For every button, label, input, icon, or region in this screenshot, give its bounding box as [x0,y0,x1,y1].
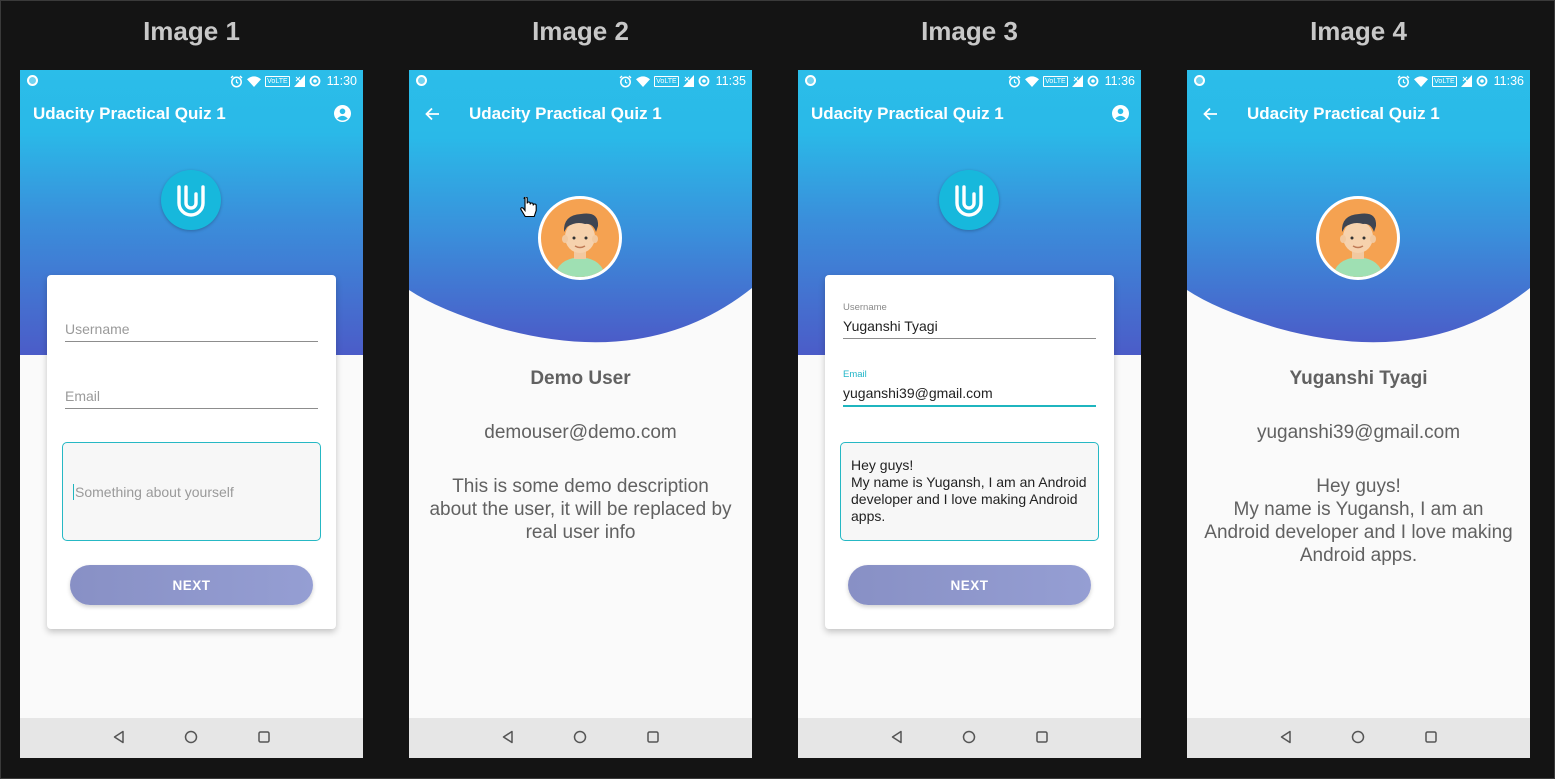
udacity-logo [161,170,221,230]
nav-back-icon[interactable] [1279,730,1293,744]
udacity-u-icon [177,185,205,217]
signal-icon [682,75,694,87]
alarm-icon [619,75,632,87]
wifi-icon [1414,75,1429,87]
nav-recents-icon[interactable] [1035,730,1049,744]
nav-home-icon[interactable] [962,730,976,744]
battery-saver-icon [309,75,321,87]
profile-email: demouser@demo.com [484,422,677,443]
phone-screen-3: VoLTE 11:36 Udacity Practical Quiz 1 Use… [798,70,1141,758]
volte-icon: VoLTE [1432,75,1457,87]
nav-recents-icon[interactable] [646,730,660,744]
username-placeholder: Username [65,321,130,337]
caption-image-1: Image 1 [143,16,240,46]
volte-icon: VoLTE [1043,75,1068,87]
profile-name: Demo User [530,368,631,389]
signup-form-card: Username Email Something about yourself … [47,275,336,629]
username-value: Yuganshi Tyagi [843,318,938,334]
status-time: 11:30 [326,74,357,88]
nav-home-icon[interactable] [573,730,587,744]
volte-icon: VoLTE [265,75,290,87]
username-label: Username [843,302,887,313]
caption-image-2: Image 2 [532,16,629,46]
app-title: Udacity Practical Quiz 1 [811,104,1004,123]
alarm-icon [1397,75,1410,87]
username-field[interactable]: Username [65,319,318,342]
udacity-logo [939,170,999,230]
about-placeholder: Something about yourself [75,484,234,500]
signal-icon [1460,75,1472,87]
nav-home-icon[interactable] [184,730,198,744]
status-time: 11:36 [1104,74,1135,88]
email-label: Email [843,369,867,380]
back-arrow-icon[interactable] [1203,107,1218,121]
wifi-icon [247,75,262,87]
signup-form-card: Username Yuganshi Tyagi Email yuganshi39… [825,275,1114,629]
nav-back-icon[interactable] [890,730,904,744]
about-textarea[interactable]: Something about yourself [62,442,321,541]
notification-dot-icon [416,75,427,86]
wifi-icon [636,75,651,87]
username-field[interactable]: Username Yuganshi Tyagi [843,302,1096,339]
status-bar: VoLTE 11:36 [798,70,1141,92]
avatar-person-icon [555,213,605,277]
email-field[interactable]: Email [65,386,318,409]
app-title: Udacity Practical Quiz 1 [33,104,226,123]
signal-icon [293,75,305,87]
status-time: 11:36 [1493,74,1524,88]
nav-back-icon[interactable] [112,730,126,744]
notification-dot-icon [27,75,38,86]
alarm-icon [1008,75,1021,87]
volte-icon: VoLTE [654,75,679,87]
battery-saver-icon [1087,75,1099,87]
notification-dot-icon [805,75,816,86]
account-circle-icon[interactable] [1112,105,1129,122]
account-circle-icon[interactable] [334,105,351,122]
about-textarea[interactable]: Hey guys! My name is Yugansh, I am an An… [840,442,1099,541]
system-nav-bar [798,718,1141,758]
signal-icon [1071,75,1083,87]
nav-recents-icon[interactable] [1424,730,1438,744]
notification-dot-icon [1194,75,1205,86]
status-bar: VoLTE 11:35 [409,70,752,92]
status-bar: VoLTE 11:30 [20,70,363,92]
nav-recents-icon[interactable] [257,730,271,744]
app-title: Udacity Practical Quiz 1 [469,104,662,123]
user-avatar [538,196,622,280]
status-bar: VoLTE 11:36 [1187,70,1530,92]
email-field[interactable]: Email yuganshi39@gmail.com [843,369,1096,407]
system-nav-bar [409,718,752,758]
email-value: yuganshi39@gmail.com [843,385,993,401]
udacity-u-icon [955,185,983,217]
profile-description: This is some demo description about the … [429,476,732,543]
profile-description: Hey guys! My name is Yugansh, I am an An… [1204,476,1513,566]
battery-saver-icon [1476,75,1488,87]
wifi-icon [1025,75,1040,87]
alarm-icon [230,75,243,87]
phone-screen-4: VoLTE 11:36 Udacity Practical Quiz 1 Yug… [1187,70,1530,758]
email-placeholder: Email [65,388,101,404]
status-time: 11:35 [715,74,746,88]
app-title: Udacity Practical Quiz 1 [1247,104,1440,123]
avatar-person-icon [1333,213,1383,277]
next-button[interactable]: NEXT [70,565,313,605]
phone-screen-1: VoLTE 11:30 Udacity Practical Quiz 1 Use… [20,70,363,758]
phone-screen-2: VoLTE 11:35 Udacity Practical Quiz 1 Dem… [409,70,752,758]
mouse-hand-cursor-icon [520,197,537,218]
profile-email: yuganshi39@gmail.com [1256,422,1461,443]
caption-image-4: Image 4 [1310,16,1407,46]
next-button[interactable]: NEXT [848,565,1091,605]
nav-back-icon[interactable] [501,730,515,744]
back-arrow-icon[interactable] [425,107,440,121]
system-nav-bar [1187,718,1530,758]
caption-image-3: Image 3 [921,16,1018,46]
text-caret [73,484,74,500]
user-avatar [1316,196,1400,280]
profile-name: Yuganshi Tyagi [1289,368,1428,389]
system-nav-bar [20,718,363,758]
battery-saver-icon [698,75,710,87]
nav-home-icon[interactable] [1351,730,1365,744]
